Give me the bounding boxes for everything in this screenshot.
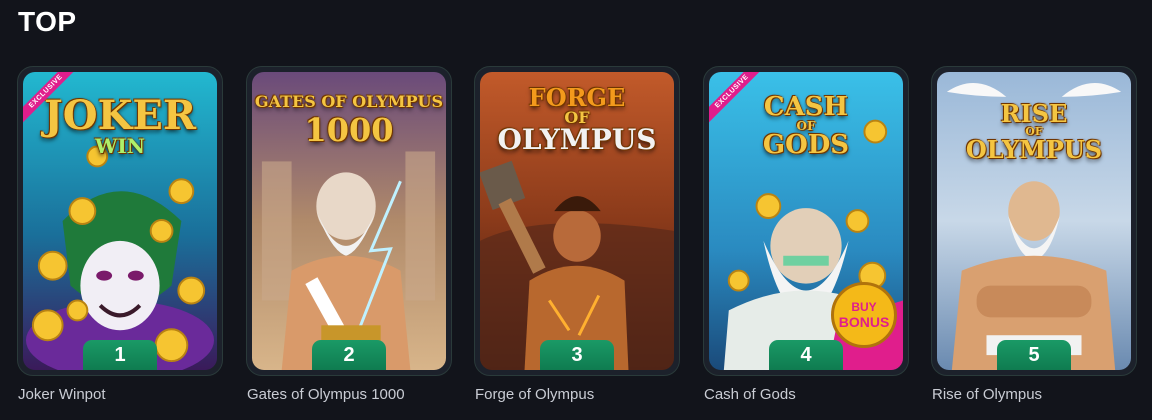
game-thumbnail[interactable]: JOKER WIN EXCLUSIVE 1 bbox=[23, 72, 217, 370]
game-name[interactable]: Rise of Olympus bbox=[932, 386, 1042, 403]
game-logo: RISE bbox=[1000, 99, 1068, 128]
buy-bonus-badge: BUY BONUS bbox=[831, 282, 897, 348]
game-logo-sub: 1000 bbox=[304, 111, 394, 149]
game-card-gates-of-olympus-1000[interactable]: GATES OF OLYMPUS 1000 2 Gates of Olympus… bbox=[246, 66, 452, 411]
buy-bonus-line2: BONUS bbox=[838, 314, 890, 330]
rank-badge: 4 bbox=[769, 340, 843, 370]
rank-badge: 5 bbox=[997, 340, 1071, 370]
rank-badge: 3 bbox=[540, 340, 614, 370]
rank-badge: 2 bbox=[312, 340, 386, 370]
game-name[interactable]: Forge of Olympus bbox=[475, 386, 594, 403]
game-name[interactable]: Gates of Olympus 1000 bbox=[247, 386, 405, 403]
game-thumbnail-frame[interactable]: FORGE OF OLYMPUS 3 bbox=[474, 66, 680, 376]
game-logo-sub: WIN bbox=[94, 134, 146, 158]
game-logo: GATES OF OLYMPUS bbox=[254, 92, 444, 111]
game-card-cash-of-gods[interactable]: CASH OF GODS EXCLUSIVE BUY BONUS 4 Cash … bbox=[703, 66, 909, 411]
game-thumbnail-frame[interactable]: JOKER WIN EXCLUSIVE 1 bbox=[17, 66, 223, 376]
game-logo: JOKER bbox=[43, 92, 197, 139]
game-logo: FORGE bbox=[528, 83, 626, 112]
game-thumbnail-frame[interactable]: CASH OF GODS EXCLUSIVE BUY BONUS 4 bbox=[703, 66, 909, 376]
game-logo-sub: OLYMPUS bbox=[497, 123, 657, 156]
game-thumbnail[interactable]: FORGE OF OLYMPUS 3 bbox=[480, 72, 674, 370]
game-thumbnail-frame[interactable]: GATES OF OLYMPUS 1000 2 bbox=[246, 66, 452, 376]
game-thumbnail-frame[interactable]: RISE OF OLYMPUS 5 bbox=[931, 66, 1137, 376]
game-thumbnail[interactable]: GATES OF OLYMPUS 1000 2 bbox=[252, 72, 446, 370]
game-card-rise-of-olympus[interactable]: RISE OF OLYMPUS 5 Rise of Olympus bbox=[931, 66, 1137, 411]
game-card-forge-of-olympus[interactable]: FORGE OF OLYMPUS 3 Forge of Olympus bbox=[474, 66, 680, 411]
rank-badge: 1 bbox=[83, 340, 157, 370]
game-name[interactable]: Joker Winpot bbox=[18, 386, 106, 403]
game-name[interactable]: Cash of Gods bbox=[704, 386, 796, 403]
game-logo-sub: OLYMPUS bbox=[965, 135, 1103, 164]
game-thumbnail[interactable]: CASH OF GODS EXCLUSIVE BUY BONUS 4 bbox=[709, 72, 903, 370]
game-logo: CASH bbox=[763, 92, 849, 122]
game-thumbnail[interactable]: RISE OF OLYMPUS 5 bbox=[937, 72, 1131, 370]
game-logo-sub: GODS bbox=[762, 130, 850, 160]
buy-bonus-line1: BUY bbox=[851, 300, 877, 314]
game-card-joker-winpot[interactable]: JOKER WIN EXCLUSIVE 1 Joker Winpot bbox=[17, 66, 223, 411]
section-title: TOP bbox=[18, 6, 77, 37]
